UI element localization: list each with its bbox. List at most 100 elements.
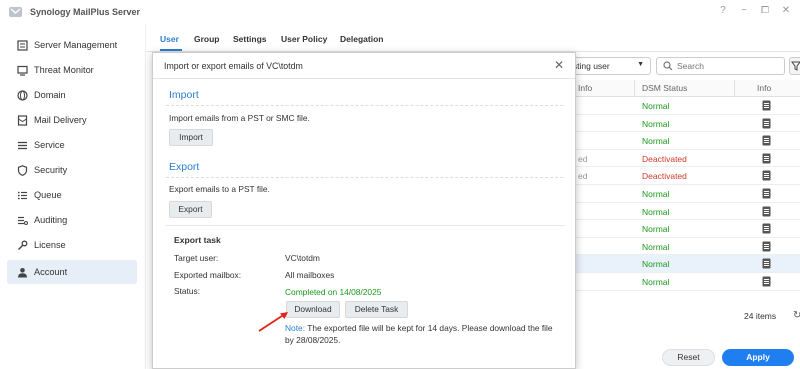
sidebar-item-mail-delivery[interactable]: Mail Delivery <box>7 108 137 132</box>
annotation-arrow-icon <box>258 312 288 332</box>
user-info-icon[interactable] <box>762 170 771 181</box>
key-icon <box>16 239 28 251</box>
reset-button[interactable]: Reset <box>662 349 715 366</box>
monitor-icon <box>16 64 28 76</box>
sidebar-item-label: Account <box>34 267 68 277</box>
export-button[interactable]: Export <box>169 201 212 218</box>
filter-icon <box>791 61 800 71</box>
user-info-icon[interactable] <box>762 118 771 129</box>
user-info-icon[interactable] <box>762 258 771 269</box>
column-header-info-partial[interactable]: Info <box>578 83 592 93</box>
tab-settings[interactable]: Settings <box>233 34 267 44</box>
table-row[interactable]: Normal <box>546 115 800 133</box>
dialog-divider <box>153 78 575 79</box>
globe-icon <box>16 89 28 101</box>
sidebar-item-label: Auditing <box>34 215 68 225</box>
table-row[interactable]: ed Deactivated <box>546 150 800 168</box>
table-row[interactable]: Normal <box>546 273 800 291</box>
column-divider <box>734 80 735 97</box>
sidebar-item-service[interactable]: Service <box>7 133 137 157</box>
item-count: 24 items <box>744 311 777 321</box>
table-row[interactable]: Normal <box>546 132 800 150</box>
table-header: Info DSM Status Info <box>546 80 800 97</box>
maximize-icon[interactable]: ⧠ <box>759 5 771 16</box>
close-icon[interactable]: ✕ <box>554 58 564 72</box>
user-info-icon[interactable] <box>762 276 771 287</box>
import-description: Import emails from a PST or SMC file. <box>169 113 310 123</box>
minimize-icon[interactable]: − <box>738 5 750 16</box>
shield-icon <box>16 164 28 176</box>
search-box[interactable] <box>656 57 785 75</box>
export-task-title: Export task <box>174 235 221 245</box>
sidebar-item-label: Queue <box>34 190 62 200</box>
dsm-status-cell: Normal <box>642 189 670 199</box>
sidebar-item-account[interactable]: Account <box>7 260 137 284</box>
tab-user-policy[interactable]: User Policy <box>281 34 327 44</box>
tab-user[interactable]: User <box>160 34 179 44</box>
table-row[interactable]: Normal <box>546 255 800 273</box>
table-row[interactable]: Normal <box>546 220 800 238</box>
row-cell-partial: ed <box>578 171 588 182</box>
user-info-icon[interactable] <box>762 188 771 199</box>
dsm-status-cell: Normal <box>642 101 670 111</box>
help-icon[interactable]: ? <box>717 5 729 16</box>
dsm-status-cell: Normal <box>642 277 670 287</box>
user-info-icon[interactable] <box>762 223 771 234</box>
active-tab-indicator <box>160 49 182 51</box>
table-row[interactable]: Normal <box>546 238 800 256</box>
sidebar-item-label: Service <box>34 140 65 150</box>
app-title: Synology MailPlus Server <box>30 7 141 17</box>
status-value: Completed on 14/08/2025 <box>285 287 382 297</box>
auditing-icon <box>16 214 28 226</box>
refresh-icon[interactable]: ↻ <box>793 310 800 321</box>
close-window-icon[interactable]: ✕ <box>780 5 792 16</box>
user-filter-select[interactable]: isting user ▼ <box>564 57 651 75</box>
column-header-info[interactable]: Info <box>757 83 771 93</box>
tab-group[interactable]: Group <box>194 34 220 44</box>
sidebar-item-queue[interactable]: Queue <box>7 183 137 207</box>
download-button[interactable]: Download <box>286 301 340 318</box>
search-input[interactable] <box>677 60 777 72</box>
user-info-icon[interactable] <box>762 241 771 252</box>
dsm-status-cell: Deactivated <box>642 171 687 182</box>
dsm-status-cell: Normal <box>642 136 670 147</box>
import-export-dialog: Import or export emails of VC\totdm ✕ Im… <box>152 52 576 369</box>
dsm-status-cell: Normal <box>642 206 670 217</box>
user-info-icon[interactable] <box>762 100 771 111</box>
row-cell-partial: ed <box>578 153 588 164</box>
sidebar-item-auditing[interactable]: Auditing <box>7 208 137 232</box>
status-label: Status: <box>174 286 201 296</box>
sidebar-item-label: Domain <box>34 90 66 100</box>
exported-mailbox-label: Exported mailbox: <box>174 270 242 280</box>
filter-select-value: isting user <box>571 61 610 71</box>
dsm-status-cell: Deactivated <box>642 153 687 164</box>
sidebar-item-label: Server Management <box>34 40 118 50</box>
sidebar-item-domain[interactable]: Domain <box>7 83 137 107</box>
server-icon <box>16 39 28 51</box>
sidebar-item-server-management[interactable]: Server Management <box>7 33 137 57</box>
column-divider <box>634 80 635 97</box>
window-controls: ? − ⧠ ✕ <box>717 5 792 16</box>
user-info-icon[interactable] <box>762 206 771 217</box>
table-row[interactable]: Normal <box>546 97 800 115</box>
target-user-value: VC\totdm <box>285 253 320 263</box>
user-info-icon[interactable] <box>762 135 771 146</box>
tab-delegation[interactable]: Delegation <box>340 34 383 44</box>
mailplus-logo-icon <box>9 6 22 18</box>
apply-button[interactable]: Apply <box>722 349 794 366</box>
sidebar-item-label: License <box>34 240 66 250</box>
dsm-status-cell: Normal <box>642 241 670 252</box>
table-row[interactable]: Normal <box>546 203 800 221</box>
delete-task-button[interactable]: Delete Task <box>345 301 408 318</box>
queue-icon <box>16 189 28 201</box>
import-button[interactable]: Import <box>169 129 213 146</box>
table-row[interactable]: ed Deactivated <box>546 167 800 185</box>
sidebar-item-threat-monitor[interactable]: Threat Monitor <box>7 58 137 82</box>
column-header-dsm-status[interactable]: DSM Status <box>642 83 687 93</box>
user-info-icon[interactable] <box>762 153 771 164</box>
section-divider <box>166 177 563 178</box>
sidebar-item-security[interactable]: Security <box>7 158 137 182</box>
table-row[interactable]: Normal <box>546 185 800 203</box>
filter-button[interactable] <box>789 57 800 75</box>
sidebar-item-license[interactable]: License <box>7 233 137 257</box>
